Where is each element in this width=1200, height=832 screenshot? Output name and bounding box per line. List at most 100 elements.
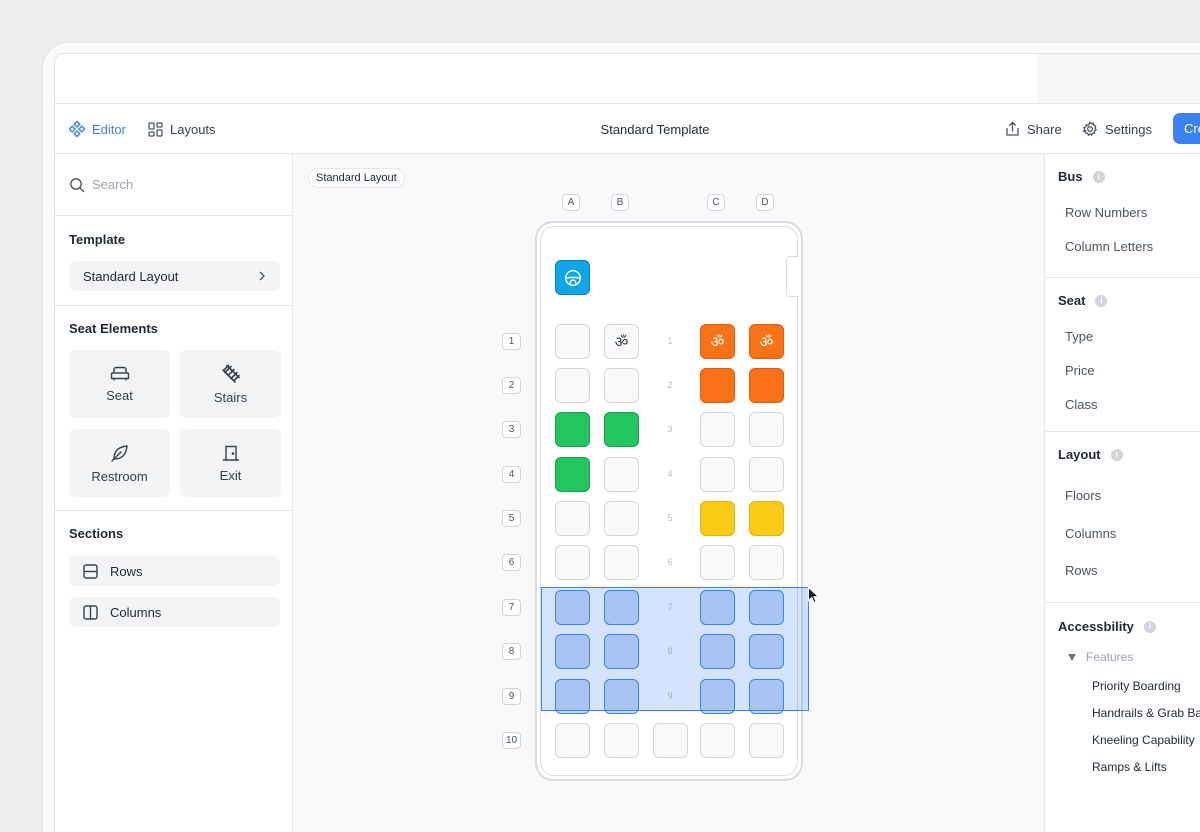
- seat-type-option[interactable]: Type: [1065, 329, 1093, 344]
- accessibility-heading-label: Accessbility: [1058, 619, 1134, 634]
- seat-4D[interactable]: [749, 457, 784, 492]
- seat-5A[interactable]: [555, 501, 590, 536]
- stairs-element-tile[interactable]: Stairs: [180, 350, 281, 418]
- settings-button[interactable]: Settings: [1082, 104, 1152, 154]
- seat-1D[interactable]: ॐ: [749, 324, 784, 359]
- search-input[interactable]: Search: [55, 154, 293, 216]
- seat-3C[interactable]: [700, 412, 735, 447]
- seat-6B[interactable]: [604, 545, 639, 580]
- row-numbers-option[interactable]: Row Numbers: [1065, 205, 1147, 220]
- layouts-tab[interactable]: Layouts: [148, 104, 216, 154]
- search-icon: [70, 177, 85, 192]
- bus-heading: Bus i: [1058, 169, 1105, 184]
- layouts-icon: [148, 121, 163, 137]
- seat-element-tile[interactable]: Seat: [69, 350, 170, 418]
- restroom-element-label: Restroom: [91, 468, 148, 484]
- row-number: 7: [502, 599, 521, 616]
- seat-price-option[interactable]: Price: [1065, 363, 1095, 378]
- divider: [1045, 431, 1200, 432]
- seat-4B[interactable]: [604, 457, 639, 492]
- create-button[interactable]: Cre: [1173, 113, 1200, 144]
- seat-2B[interactable]: [604, 368, 639, 403]
- divider: [1045, 602, 1200, 603]
- seat-3A[interactable]: [555, 412, 590, 447]
- seat-5D[interactable]: [749, 501, 784, 536]
- columns-option[interactable]: Columns: [1065, 526, 1116, 541]
- rows-icon: [83, 563, 98, 579]
- seat-5C[interactable]: [700, 501, 735, 536]
- seat-heading-label: Seat: [1058, 293, 1086, 308]
- seat-1A[interactable]: [555, 324, 590, 359]
- row-number: 8: [502, 643, 521, 660]
- editor-tab[interactable]: Editor: [69, 104, 126, 154]
- om-symbol-icon: ॐ: [710, 333, 725, 351]
- columns-icon: [83, 604, 98, 620]
- search-placeholder: Search: [92, 177, 134, 192]
- app-window: Standard Template Editor Layouts Share S…: [54, 53, 1200, 832]
- properties-panel: Bus i Row Numbers Column Letters Seat i Ty…: [1044, 154, 1200, 832]
- seat-2C[interactable]: [700, 368, 735, 403]
- info-icon[interactable]: i: [1095, 294, 1108, 307]
- om-symbol-icon: ॐ: [759, 333, 774, 351]
- seat-4C[interactable]: [700, 457, 735, 492]
- seat-3D[interactable]: [749, 412, 784, 447]
- seat-10A[interactable]: [555, 723, 590, 758]
- seat-6A[interactable]: [555, 545, 590, 580]
- column-letter: A: [562, 194, 580, 211]
- exit-element-tile[interactable]: Exit: [180, 429, 281, 497]
- aisle-row-number: 3: [667, 424, 673, 434]
- features-toggle[interactable]: Features: [1068, 650, 1133, 664]
- mouse-cursor-icon: [808, 586, 820, 604]
- feature-handrails[interactable]: Handrails & Grab Ba: [1092, 706, 1200, 720]
- seat-6D[interactable]: [749, 545, 784, 580]
- info-icon[interactable]: i: [1143, 620, 1156, 633]
- share-button[interactable]: Share: [1005, 104, 1062, 154]
- seat-5B[interactable]: [604, 501, 639, 536]
- seat-10-aisle[interactable]: [653, 723, 688, 758]
- column-letter: B: [611, 194, 629, 211]
- feature-kneeling[interactable]: Kneeling Capability: [1092, 733, 1195, 747]
- row-number: 1: [502, 333, 521, 350]
- seat-6C[interactable]: [700, 545, 735, 580]
- seat-1C[interactable]: ॐ: [700, 324, 735, 359]
- seat-elements-heading: Seat Elements: [69, 321, 158, 336]
- seat-class-option[interactable]: Class: [1065, 397, 1098, 412]
- exit-element-label: Exit: [219, 467, 242, 483]
- driver-seat[interactable]: [555, 260, 590, 295]
- seat-2A[interactable]: [555, 368, 590, 403]
- seat-10B[interactable]: [604, 723, 639, 758]
- column-letters-option[interactable]: Column Letters: [1065, 239, 1153, 254]
- left-panel: Search Template Standard Layout Seat Ele…: [55, 154, 293, 832]
- seat-10D[interactable]: [749, 723, 784, 758]
- rows-section-button[interactable]: Rows: [69, 556, 280, 586]
- seat-element-label: Seat: [106, 387, 133, 403]
- title-bar-extension: [1037, 54, 1200, 103]
- steering-wheel-icon: [564, 269, 581, 286]
- divider: [1045, 277, 1200, 278]
- layout-heading: Layout i: [1058, 447, 1123, 462]
- seat-4A[interactable]: [555, 457, 590, 492]
- template-selector[interactable]: Standard Layout: [69, 261, 280, 291]
- restroom-element-tile[interactable]: Restroom: [69, 429, 170, 497]
- divider: [55, 510, 293, 511]
- rows-option[interactable]: Rows: [1065, 563, 1098, 578]
- seat-icon: [110, 366, 129, 380]
- seat-1B[interactable]: ॐ: [604, 324, 639, 359]
- seat-10C[interactable]: [700, 723, 735, 758]
- selection-rectangle[interactable]: [541, 587, 809, 711]
- feature-ramps-lifts[interactable]: Ramps & Lifts: [1092, 760, 1167, 774]
- info-icon[interactable]: i: [1092, 170, 1105, 183]
- bus-heading-label: Bus: [1058, 169, 1083, 184]
- seat-2D[interactable]: [749, 368, 784, 403]
- info-icon[interactable]: i: [1110, 448, 1123, 461]
- divider: [55, 305, 293, 306]
- editor-canvas[interactable]: Standard Layout A B C D 1 2 3 4 5 6 7 8 9 10 ॐ ॐ ॐ 1…: [294, 154, 1044, 832]
- row-number: 6: [502, 554, 521, 571]
- columns-section-label: Columns: [110, 604, 162, 620]
- sections-heading: Sections: [69, 526, 124, 541]
- seat-3B[interactable]: [604, 412, 639, 447]
- layouts-tab-label: Layouts: [170, 121, 216, 137]
- feature-priority-boarding[interactable]: Priority Boarding: [1092, 679, 1181, 693]
- floors-option[interactable]: Floors: [1065, 488, 1101, 503]
- columns-section-button[interactable]: Columns: [69, 597, 280, 627]
